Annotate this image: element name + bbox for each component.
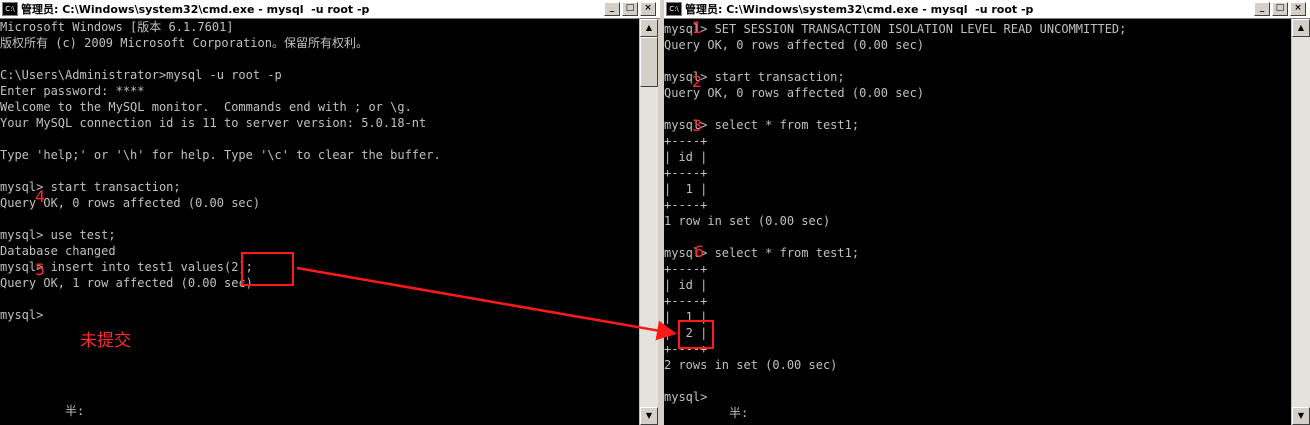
table-border-line: +----+ — [664, 262, 708, 276]
scrollbar-thumb[interactable] — [640, 37, 658, 87]
ime-status-line: 半: — [0, 404, 85, 418]
left-cmd-window[interactable]: C:\ 管理员: C:\Windows\system32\cmd.exe - m… — [0, 0, 660, 425]
console-line: Type 'help;' or '\h' for help. Type '\c'… — [0, 148, 441, 162]
left-title-bar[interactable]: C:\ 管理员: C:\Windows\system32\cmd.exe - m… — [0, 0, 660, 19]
step-marker-3: 3 — [692, 116, 703, 135]
console-line: Your MySQL connection id is 11 to server… — [0, 116, 427, 130]
console-line: mysql> — [664, 390, 708, 404]
table-header-row: | id | — [664, 150, 708, 164]
scroll-down-arrow-icon[interactable]: ▼ — [1292, 407, 1310, 425]
left-window-title: 管理员: C:\Windows\system32\cmd.exe - mysql… — [21, 3, 370, 16]
console-line: 版权所有 (c) 2009 Microsoft Corporation。保留所有… — [0, 36, 368, 50]
left-window-controls: _ □ × — [604, 2, 656, 16]
step-marker-6: 6 — [694, 242, 705, 261]
cmd-icon: C:\ — [2, 2, 18, 16]
table-border-line: +----+ — [664, 166, 708, 180]
table-border-line: +----+ — [664, 134, 708, 148]
left-scrollbar[interactable]: ▲ ▼ — [639, 19, 658, 425]
scroll-up-arrow-icon[interactable]: ▲ — [1292, 19, 1310, 37]
console-line: Welcome to the MySQL monitor. Commands e… — [0, 100, 412, 114]
console-line: C:\Users\Administrator>mysql -u root -p — [0, 68, 282, 82]
ime-status-line: 半: — [664, 406, 749, 420]
table-border-line: +----+ — [664, 294, 708, 308]
cmd-icon: C:\ — [666, 2, 682, 16]
uncommitted-note: 未提交 — [80, 331, 131, 351]
console-line: 1 row in set (0.00 sec) — [664, 214, 831, 228]
console-line: 2 rows in set (0.00 sec) — [664, 358, 838, 372]
table-row: | 1 | — [664, 182, 708, 196]
console-line: Query OK, 0 rows affected (0.00 sec) — [664, 86, 925, 100]
console-line: mysql> start transaction; — [0, 180, 181, 194]
console-line: Enter password: **** — [0, 84, 145, 98]
step-marker-4: 4 — [35, 187, 46, 206]
right-console-output[interactable]: mysql> SET SESSION TRANSACTION ISOLATION… — [664, 19, 1292, 425]
inserted-value-highlight — [241, 252, 294, 286]
maximize-button[interactable]: □ — [1272, 2, 1288, 16]
dirty-read-row-highlight — [678, 320, 714, 349]
console-line: mysql> use test; — [0, 228, 116, 242]
console-line: Microsoft Windows [版本 6.1.7601] — [0, 20, 234, 34]
step-marker-2: 2 — [692, 72, 703, 91]
table-header-row: | id | — [664, 278, 708, 292]
maximize-button[interactable]: □ — [622, 2, 638, 16]
table-border-line: +----+ — [664, 198, 708, 212]
minimize-button[interactable]: _ — [1254, 2, 1270, 16]
scroll-down-arrow-icon[interactable]: ▼ — [640, 407, 658, 425]
console-line: Database changed — [0, 244, 116, 258]
right-window-title: 管理员: C:\Windows\system32\cmd.exe - mysql… — [685, 3, 1034, 16]
step-marker-1: 1 — [692, 18, 703, 37]
step-marker-5: 5 — [35, 260, 46, 279]
left-console-output[interactable]: Microsoft Windows [版本 6.1.7601] 版权所有 (c)… — [0, 19, 640, 425]
right-cmd-window[interactable]: C:\ 管理员: C:\Windows\system32\cmd.exe - m… — [664, 0, 1310, 425]
right-scrollbar[interactable]: ▲ ▼ — [1291, 19, 1310, 425]
close-button[interactable]: × — [1290, 2, 1306, 16]
right-title-bar[interactable]: C:\ 管理员: C:\Windows\system32\cmd.exe - m… — [664, 0, 1310, 19]
console-line: Query OK, 0 rows affected (0.00 sec) — [664, 38, 925, 52]
scroll-up-arrow-icon[interactable]: ▲ — [640, 19, 658, 37]
close-button[interactable]: × — [640, 2, 656, 16]
console-line: mysql> — [0, 308, 44, 322]
minimize-button[interactable]: _ — [604, 2, 620, 16]
right-window-controls: _ □ × — [1254, 2, 1306, 16]
console-line: mysql> SET SESSION TRANSACTION ISOLATION… — [664, 22, 1127, 36]
